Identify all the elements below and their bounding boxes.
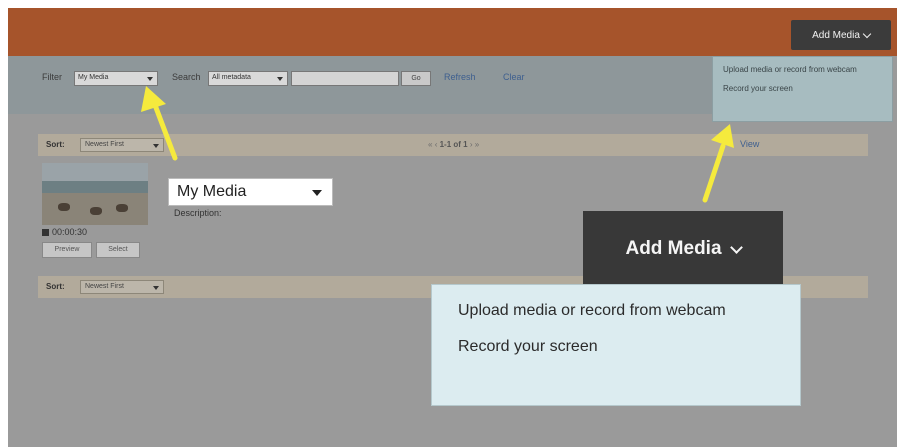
sort-select[interactable]: Newest First (80, 280, 164, 294)
search-scope-value: All metadata (212, 74, 251, 81)
pagination: « ‹ 1-1 of 1 › » (428, 140, 479, 149)
add-media-dropdown: Upload media or record from webcam Recor… (712, 56, 893, 122)
video-icon (42, 229, 49, 236)
callout-add-media-label: Add Media (625, 238, 722, 259)
search-label: Search (172, 72, 201, 82)
caret-down-icon (153, 286, 159, 290)
duration-text: 00:00:30 (52, 227, 88, 237)
pager-text: 1-1 of 1 (439, 140, 468, 149)
caret-down-icon (277, 77, 283, 81)
header-bar: Add Media (8, 8, 897, 56)
select-button[interactable]: Select (96, 242, 140, 258)
search-scope-select[interactable]: All metadata (208, 71, 288, 86)
media-duration: 00:00:30 (42, 227, 87, 237)
first-page-icon[interactable]: « (428, 140, 432, 149)
menu-item-record-screen[interactable]: Record your screen (723, 84, 882, 94)
sort-select-value: Newest First (85, 141, 124, 148)
thumbnail-sea (42, 181, 148, 193)
description-label: Description: (174, 208, 222, 218)
thumbnail-dog (58, 203, 70, 211)
chevron-down-icon (862, 29, 872, 38)
prev-page-icon[interactable]: ‹ (435, 140, 438, 149)
search-input[interactable] (291, 71, 399, 86)
callout-menu-item-upload[interactable]: Upload media or record from webcam (458, 299, 774, 323)
add-media-button[interactable]: Add Media (791, 20, 891, 50)
last-page-icon[interactable]: » (475, 140, 479, 149)
sort-select-value: Newest First (85, 283, 124, 290)
media-page-screenshot: Add Media Filter My Media Search All met… (8, 8, 897, 447)
add-media-callout-button[interactable]: Add Media (583, 211, 783, 287)
add-media-callout-menu: Upload media or record from webcam Recor… (431, 284, 801, 406)
sort-select[interactable]: Newest First (80, 138, 164, 152)
thumbnail-sky (42, 163, 148, 183)
thumbnail-dog (90, 207, 102, 215)
callout-menu-item-record-screen[interactable]: Record your screen (458, 335, 774, 359)
refresh-link[interactable]: Refresh (444, 72, 476, 82)
add-media-button-label: Add Media (812, 29, 860, 41)
filter-label: Filter (42, 72, 62, 82)
thumbnail-dog (116, 204, 128, 212)
filter-select-value: My Media (78, 74, 109, 81)
my-media-callout-select[interactable]: My Media (168, 178, 333, 206)
clear-link[interactable]: Clear (503, 72, 525, 82)
caret-down-icon (147, 77, 153, 81)
caret-down-icon (153, 144, 159, 148)
preview-button[interactable]: Preview (42, 242, 92, 258)
view-link[interactable]: View (740, 139, 759, 149)
filter-bar: Filter My Media Search All metadata Go R… (8, 56, 712, 114)
sort-bar-top: Sort: Newest First « ‹ 1-1 of 1 › » View (38, 134, 868, 156)
sort-label: Sort: (46, 282, 65, 291)
chevron-down-icon (729, 241, 743, 254)
go-button[interactable]: Go (401, 71, 431, 86)
sort-label: Sort: (46, 140, 65, 149)
menu-item-upload[interactable]: Upload media or record from webcam (723, 65, 882, 75)
caret-down-icon (312, 190, 322, 196)
callout-filter-value: My Media (177, 183, 247, 200)
media-thumbnail[interactable] (42, 163, 148, 225)
filter-select[interactable]: My Media (74, 71, 158, 86)
next-page-icon[interactable]: › (470, 140, 473, 149)
